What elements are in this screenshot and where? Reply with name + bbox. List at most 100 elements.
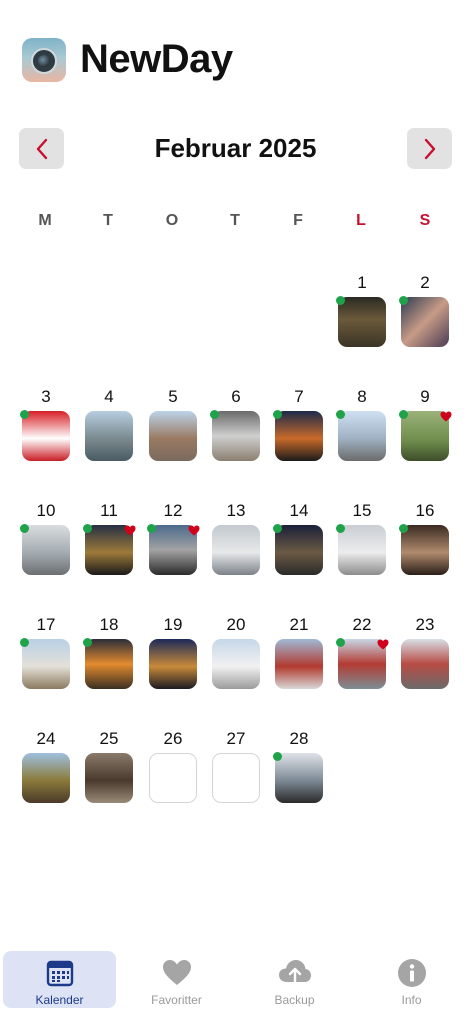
day-photo-thumbnail[interactable] [338,297,386,347]
calendar-day-cell[interactable]: 22 [336,615,389,689]
day-photo-thumbnail[interactable] [338,411,386,461]
calendar-day-cell[interactable]: 27 [212,729,260,803]
calendar-day-cell[interactable]: 17 [20,615,70,689]
status-dot-icon [83,524,92,533]
tab-label: Kalender [35,993,84,1007]
day-number: 16 [415,501,435,520]
calendar-day-cell[interactable]: 15 [336,501,386,575]
empty-day-slot[interactable] [212,753,260,803]
day-photo-thumbnail[interactable] [22,525,70,575]
heart-icon [162,960,191,985]
day-number: 24 [36,729,56,748]
calendar-day-cell[interactable]: 8 [336,387,386,461]
day-number: 2 [420,273,430,292]
status-dot-icon [399,524,408,533]
empty-day-slot[interactable] [149,753,197,803]
status-dot-icon [83,638,92,647]
day-photo-thumbnail[interactable] [212,525,260,575]
calendar-day-cell[interactable]: 4 [85,387,133,461]
day-photo-thumbnail[interactable] [22,639,70,689]
day-number: 13 [226,501,246,520]
day-photo-thumbnail[interactable] [401,639,449,689]
status-dot-icon [20,524,29,533]
day-photo-thumbnail[interactable] [401,297,449,347]
day-number: 17 [36,615,56,634]
day-photo-thumbnail[interactable] [85,753,133,803]
calendar-day-cell[interactable]: 1 [336,273,386,347]
chevron-right-icon [424,138,435,159]
app-logo-icon [22,37,66,82]
calendar-day-cell[interactable]: 11 [83,501,136,575]
day-photo-thumbnail[interactable] [275,525,323,575]
tab-label: Backup [274,993,315,1007]
calendar-day-cell[interactable]: 5 [149,387,197,461]
calendar-day-cell[interactable]: 19 [149,615,197,689]
day-number: 4 [104,387,114,406]
day-photo-thumbnail[interactable] [275,411,323,461]
next-month-button[interactable] [407,128,452,169]
calendar-day-cell[interactable]: 9 [399,387,452,461]
day-number: 3 [41,387,51,406]
weekday-thursday: T [230,212,240,229]
calendar-day-cell[interactable]: 14 [273,501,323,575]
calendar-day-cell[interactable]: 26 [149,729,197,803]
calendar-day-cell[interactable]: 3 [20,387,70,461]
calendar-day-cell[interactable]: 7 [273,387,323,461]
day-number: 5 [168,387,178,406]
day-number: 12 [163,501,183,520]
day-number: 20 [226,615,246,634]
day-photo-thumbnail[interactable] [401,525,449,575]
day-photo-thumbnail[interactable] [85,411,133,461]
tab-label: Favoritter [151,993,202,1007]
calendar-day-cell[interactable]: 21 [275,615,323,689]
calendar-day-cell[interactable]: 6 [210,387,260,461]
status-dot-icon [273,752,282,761]
calendar-day-cell[interactable]: 10 [20,501,70,575]
status-dot-icon [336,296,345,305]
day-number: 19 [163,615,183,634]
weekday-wednesday: O [165,212,179,229]
status-dot-icon [210,410,219,419]
day-photo-thumbnail[interactable] [22,753,70,803]
calendar-day-cell[interactable]: 23 [401,615,449,689]
month-title: Februar 2025 [154,133,317,163]
day-photo-thumbnail[interactable] [338,525,386,575]
day-number: 23 [415,615,435,634]
day-photo-thumbnail[interactable] [85,639,133,689]
day-photo-thumbnail[interactable] [275,753,323,803]
weekday-monday: M [38,212,52,229]
status-dot-icon [399,410,408,419]
app-header: NewDay [22,37,233,82]
calendar-day-cell[interactable]: 24 [22,729,70,803]
calendar-day-cell[interactable]: 13 [212,501,260,575]
day-number: 11 [100,501,118,520]
day-number: 25 [99,729,119,748]
day-number: 21 [289,615,309,634]
calendar-day-cell[interactable]: 16 [399,501,449,575]
tab-favoritter[interactable]: Favoritter [120,951,233,1008]
tab-kalender[interactable]: Kalender [3,951,116,1008]
day-photo-thumbnail[interactable] [212,411,260,461]
status-dot-icon [336,410,345,419]
status-dot-icon [20,638,29,647]
day-photo-thumbnail[interactable] [149,639,197,689]
calendar-day-cell[interactable]: 18 [83,615,133,689]
weekday-sunday: S [419,212,431,229]
tab-backup[interactable]: Backup [238,951,351,1008]
favorite-heart-icon [188,523,200,536]
day-photo-thumbnail[interactable] [22,411,70,461]
day-number: 27 [226,729,246,748]
weekday-tuesday: T [103,212,113,229]
tab-info[interactable]: Info [355,951,468,1008]
day-photo-thumbnail[interactable] [212,639,260,689]
calendar-day-cell[interactable]: 20 [212,615,260,689]
tab-label: Info [401,993,422,1007]
calendar-day-cell[interactable]: 25 [85,729,133,803]
day-number: 18 [99,615,119,634]
day-number: 1 [357,273,367,292]
day-photo-thumbnail[interactable] [275,639,323,689]
day-photo-thumbnail[interactable] [149,411,197,461]
calendar-day-cell[interactable]: 28 [273,729,323,803]
calendar-day-cell[interactable]: 2 [399,273,449,347]
calendar-day-cell[interactable]: 12 [147,501,200,575]
